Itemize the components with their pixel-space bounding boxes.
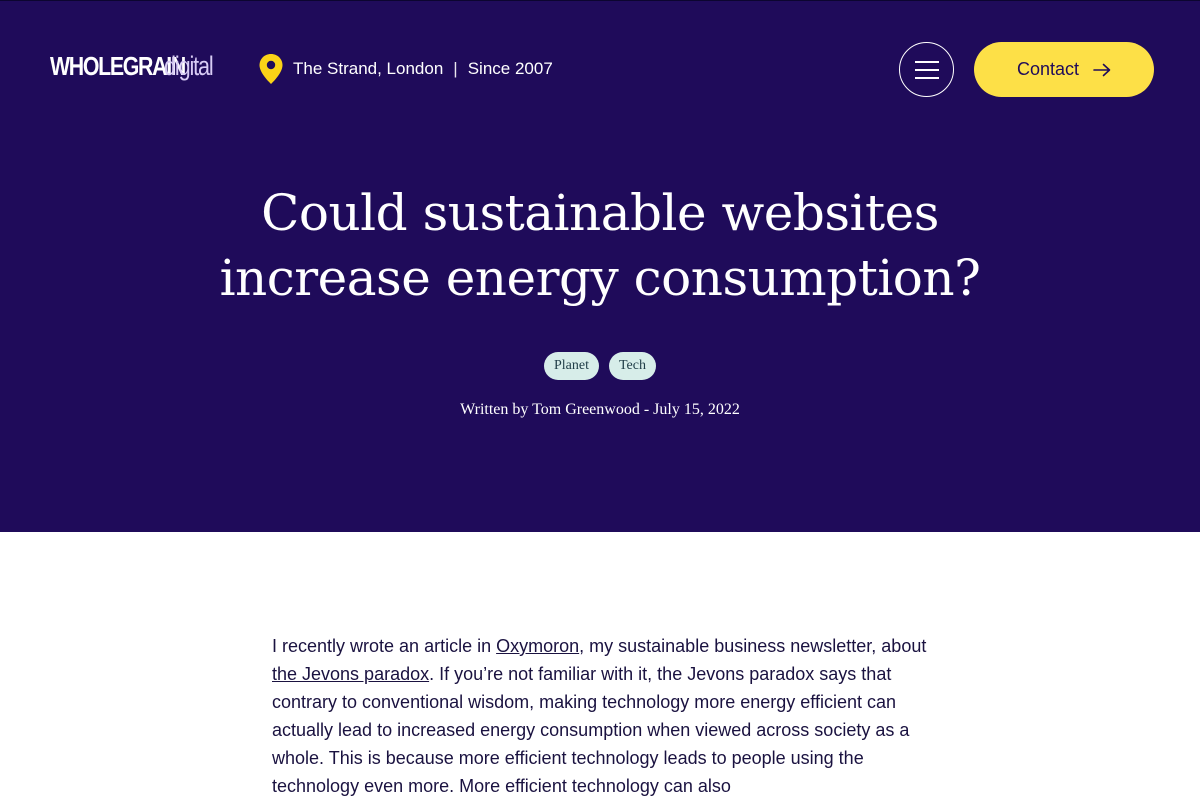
tag-tech[interactable]: Tech <box>608 352 656 380</box>
contact-button-label: Contact <box>1016 59 1080 79</box>
logo-wordmark-bold: WHOLEGRAIN <box>50 51 186 81</box>
logo[interactable]: WHOLEGRAIN digital <box>50 51 225 87</box>
paragraph-text: I recently wrote an article in <box>272 636 497 656</box>
menu-button[interactable] <box>899 42 954 97</box>
oxymoron-link[interactable]: Oxymoron <box>496 636 579 656</box>
jevons-paradox-link[interactable]: the Jevons paradox <box>272 664 429 684</box>
tag-list: Planet Tech <box>0 352 1200 380</box>
tag-planet[interactable]: Planet <box>543 352 599 380</box>
hero-section: WHOLEGRAIN digital The Strand, London | … <box>0 0 1200 532</box>
paragraph-text: , my sustainable business newsletter, ab… <box>579 636 927 656</box>
location-separator: | <box>453 59 458 78</box>
article-byline: Written by Tom Greenwood - July 15, 2022 <box>460 401 740 418</box>
arrow-right-icon <box>1093 63 1111 76</box>
hamburger-icon <box>914 60 939 79</box>
location-since: Since 2007 <box>467 59 553 78</box>
contact-button[interactable]: Contact <box>974 42 1154 97</box>
article-body: I recently wrote an article in Oxymoron,… <box>272 632 932 800</box>
logo-wordmark-light: digital <box>164 51 214 81</box>
location-place: The Strand, London <box>293 59 444 78</box>
article-title: Could sustainable websites increase ener… <box>219 184 981 307</box>
article-paragraph: I recently wrote an article in Oxymoron,… <box>272 632 932 800</box>
location-info: The Strand, London | Since 2007 <box>258 53 553 85</box>
map-pin-icon <box>259 54 283 84</box>
